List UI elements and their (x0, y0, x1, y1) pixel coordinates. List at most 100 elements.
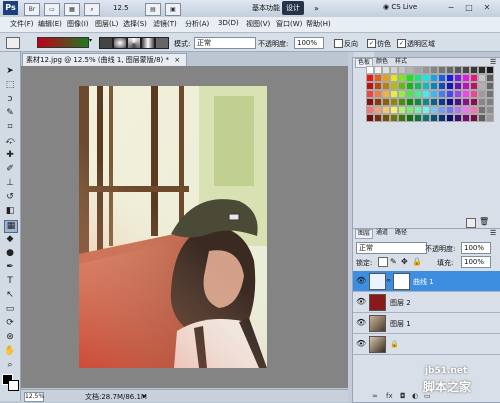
menu-file[interactable]: 文件(F) (10, 19, 34, 29)
swatch-cell[interactable] (390, 106, 398, 114)
workspace-design[interactable]: 设计 (282, 1, 304, 15)
swatch-cell[interactable] (422, 74, 430, 82)
swatch-cell[interactable] (366, 106, 374, 114)
history-brush-tool-icon[interactable]: ↺ (4, 192, 16, 203)
tab-paths[interactable]: 路径 (393, 229, 409, 237)
swatch-cell[interactable] (414, 90, 422, 98)
pen-tool-icon[interactable]: ✒ (4, 262, 16, 273)
swatch-cell[interactable] (366, 66, 374, 74)
swatch-cell[interactable] (398, 114, 406, 122)
swatch-cell[interactable] (446, 114, 454, 122)
swatch-cell[interactable] (454, 66, 462, 74)
swatch-cell[interactable] (422, 82, 430, 90)
swatch-cell[interactable] (486, 82, 494, 90)
menu-window[interactable]: 窗口(W) (276, 19, 302, 29)
swatch-cell[interactable] (406, 106, 414, 114)
swatch-cell[interactable] (414, 114, 422, 122)
swatch-cell[interactable] (454, 106, 462, 114)
gradient-tool-icon[interactable]: ▦ (4, 220, 18, 233)
swatch-cell[interactable] (398, 74, 406, 82)
swatch-cell[interactable] (430, 74, 438, 82)
fill-input[interactable]: 100% (461, 256, 491, 268)
swatch-cell[interactable] (382, 90, 390, 98)
reflected-gradient-icon[interactable] (141, 37, 155, 49)
swatch-cell[interactable] (470, 114, 478, 122)
swatch-cell[interactable] (398, 90, 406, 98)
swatch-cell[interactable] (390, 74, 398, 82)
swatch-cell[interactable] (470, 98, 478, 106)
tab-channels[interactable]: 通道 (374, 229, 390, 237)
close-button[interactable]: ✕ (480, 1, 494, 14)
swatch-cell[interactable] (366, 82, 374, 90)
swatch-cell[interactable] (406, 98, 414, 106)
angle-gradient-icon[interactable] (127, 37, 141, 49)
dodge-tool-icon[interactable]: ● (4, 248, 16, 259)
move-tool-icon[interactable]: ➤ (4, 66, 16, 77)
layer-mask-thumb[interactable] (393, 273, 410, 290)
blur-tool-icon[interactable]: ◆ (4, 234, 16, 245)
swatch-cell[interactable] (374, 74, 382, 82)
swatch-cell[interactable] (374, 90, 382, 98)
menu-filter[interactable]: 滤镜(T) (153, 19, 177, 29)
swatch-cell[interactable] (366, 74, 374, 82)
swatch-cell[interactable] (438, 90, 446, 98)
hand-tool-icon[interactable]: ✋ (4, 346, 16, 357)
menu-view[interactable]: 视图(V) (246, 19, 270, 29)
swatch-cell[interactable] (398, 106, 406, 114)
swatch-cell[interactable] (422, 114, 430, 122)
eraser-tool-icon[interactable]: ◧ (4, 206, 16, 217)
layer-row-background[interactable]: 👁 🔒 (353, 334, 500, 355)
type-tool-icon[interactable]: T (4, 276, 16, 287)
lasso-tool-icon[interactable]: ↄ (4, 94, 16, 105)
background-color-swatch[interactable] (8, 380, 19, 391)
lock-image-icon[interactable]: ✎ (390, 257, 397, 266)
menu-3d[interactable]: 3D(D) (218, 19, 239, 27)
swatch-cell[interactable] (454, 74, 462, 82)
reverse-checkbox[interactable] (334, 39, 343, 48)
swatch-cell[interactable] (478, 82, 486, 90)
swatch-cell[interactable] (470, 82, 478, 90)
diamond-gradient-icon[interactable] (155, 37, 169, 49)
swatch-cell[interactable] (478, 66, 486, 74)
link-layers-icon[interactable]: ∞ (372, 392, 378, 400)
swatch-cell[interactable] (462, 74, 470, 82)
swatch-cell[interactable] (414, 74, 422, 82)
document-photo[interactable] (79, 86, 267, 368)
swatch-cell[interactable] (430, 114, 438, 122)
swatch-cell[interactable] (462, 106, 470, 114)
swatch-cell[interactable] (406, 74, 414, 82)
swatch-cell[interactable] (462, 114, 470, 122)
swatch-cell[interactable] (406, 90, 414, 98)
swatch-cell[interactable] (478, 74, 486, 82)
workspace-more-button[interactable]: » (310, 2, 323, 16)
bridge-icon[interactable]: Br (24, 3, 40, 16)
swatch-cell[interactable] (414, 82, 422, 90)
swatch-cell[interactable] (438, 98, 446, 106)
swatch-cell[interactable] (414, 98, 422, 106)
swatch-cell[interactable] (390, 90, 398, 98)
swatch-cell[interactable] (422, 66, 430, 74)
swatch-cell[interactable] (414, 66, 422, 74)
layers-menu-icon[interactable]: ☰ (490, 229, 496, 237)
delete-swatch-icon[interactable]: 🗑 (479, 218, 489, 226)
swatch-cell[interactable] (478, 106, 486, 114)
swatch-cell[interactable] (446, 66, 454, 74)
quick-select-tool-icon[interactable]: ✎ (4, 108, 16, 119)
dither-checkbox[interactable]: ✓ (367, 39, 376, 48)
swatch-cell[interactable] (446, 90, 454, 98)
swatch-cell[interactable] (438, 82, 446, 90)
swatch-cell[interactable] (406, 82, 414, 90)
new-adjustment-icon[interactable]: ◐ (412, 392, 418, 400)
swatch-cell[interactable] (374, 106, 382, 114)
swatch-cell[interactable] (486, 74, 494, 82)
swatch-cell[interactable] (486, 90, 494, 98)
swatch-cell[interactable] (438, 74, 446, 82)
swatch-cell[interactable] (382, 66, 390, 74)
swatch-cell[interactable] (486, 114, 494, 122)
swatch-cell[interactable] (462, 90, 470, 98)
lock-transparent-icon[interactable] (378, 257, 388, 267)
swatch-cell[interactable] (486, 106, 494, 114)
crop-tool-icon[interactable]: ⌗ (4, 122, 16, 133)
swatch-cell[interactable] (398, 82, 406, 90)
swatches-menu-icon[interactable]: ☰ (490, 58, 496, 66)
